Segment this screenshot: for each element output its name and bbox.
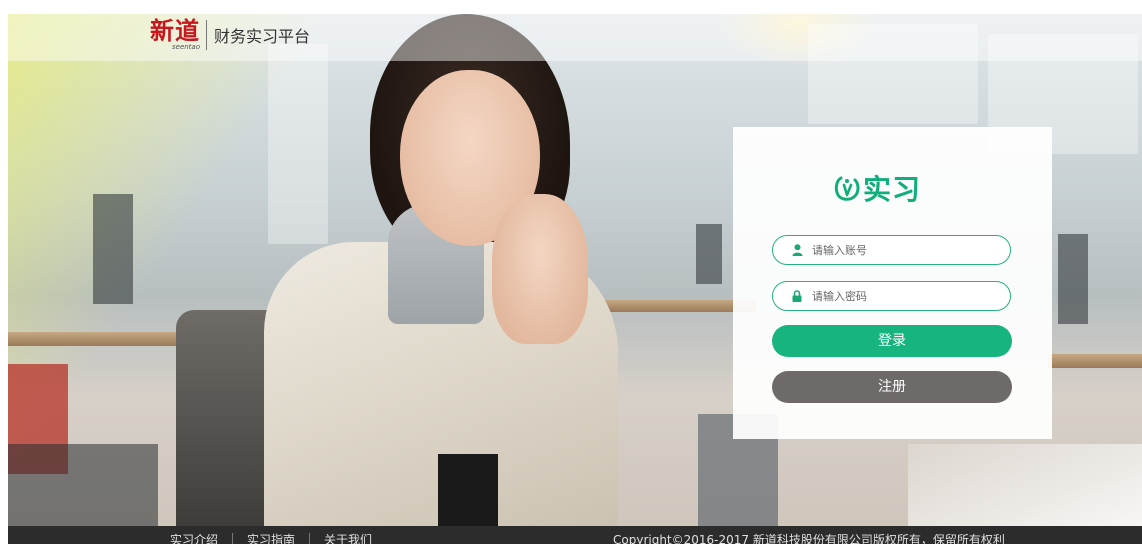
footer: 实习介绍 实习指南 关于我们 Copyright©2016-2017 新道科技股… (8, 526, 1142, 544)
logo-chinese: 新道 (150, 17, 200, 45)
login-brand: 实习 (833, 168, 921, 208)
footer-link-guide[interactable]: 实习指南 (233, 533, 311, 544)
bg-monitor (1058, 234, 1088, 324)
bg-shadow (8, 444, 158, 526)
username-input[interactable] (812, 243, 992, 257)
brand-logo-icon (834, 176, 860, 201)
footer-links: 实习介绍 实习指南 关于我们 (156, 533, 386, 544)
bg-monitor (93, 194, 133, 304)
register-button[interactable]: 注册 (772, 371, 1012, 403)
password-field[interactable] (772, 281, 1011, 311)
user-icon (790, 243, 804, 257)
site-logo[interactable]: 新道 seentao 财务实习平台 (150, 19, 310, 51)
footer-link-intro[interactable]: 实习介绍 (156, 533, 234, 544)
platform-title: 财务实习平台 (214, 27, 311, 46)
login-button[interactable]: 登录 (772, 325, 1012, 357)
logo-mark: 新道 seentao (150, 19, 200, 51)
bg-window (268, 44, 328, 244)
brand-text: 实习 (863, 173, 922, 206)
password-input[interactable] (812, 289, 992, 303)
bg-desk (586, 300, 756, 312)
bg-laptop (908, 444, 1142, 526)
woman-shirt (438, 454, 498, 526)
bg-desk (1048, 354, 1142, 368)
logo-divider (206, 20, 207, 50)
footer-link-about[interactable]: 关于我们 (310, 533, 386, 544)
username-field[interactable] (772, 235, 1011, 265)
logo-english: seentao (171, 43, 200, 51)
copyright-text: Copyright©2016-2017 新道科技股份有限公司版权所有，保留所有权… (613, 533, 1005, 544)
lock-icon (790, 289, 804, 303)
woman-hands (492, 194, 588, 344)
bg-monitor (696, 224, 722, 284)
